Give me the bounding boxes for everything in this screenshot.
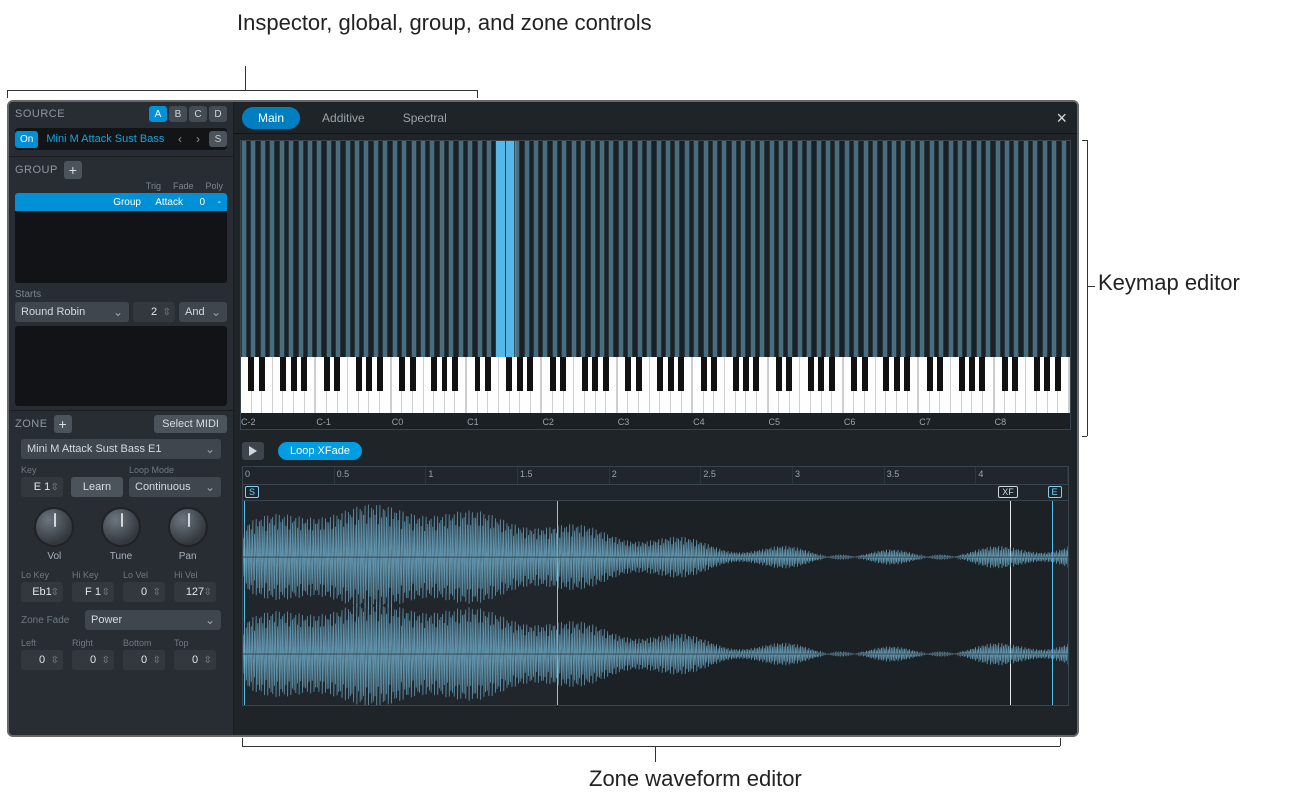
start-mode-select[interactable]: Round Robin	[15, 302, 129, 322]
instrument-name-field[interactable]: Mini M Attack Sust Bass	[42, 133, 169, 145]
volume-knob[interactable]	[34, 507, 74, 547]
xf-marker[interactable]: XF	[998, 486, 1018, 498]
zone-section: ZONE + Select MIDI Mini M Attack Sust Ba…	[9, 411, 233, 735]
pan-knob-label: Pan	[179, 551, 197, 562]
left-label: Left	[21, 638, 68, 648]
tune-knob[interactable]	[101, 507, 141, 547]
loopmode-label: Loop Mode	[129, 465, 221, 475]
lovel-label: Lo Vel	[123, 570, 170, 580]
callout-keymap: Keymap editor	[1098, 270, 1240, 295]
tab-additive[interactable]: Additive	[306, 107, 381, 129]
add-group-button[interactable]: +	[64, 161, 82, 179]
key-label: Key	[21, 465, 65, 475]
fade-top-stepper[interactable]: 0	[174, 650, 216, 670]
group-col-trig: Trig	[146, 181, 161, 191]
octave-label: C-2	[241, 417, 256, 427]
source-on-toggle[interactable]: On	[15, 131, 38, 148]
top-label: Top	[174, 638, 221, 648]
octave-label: C4	[693, 417, 705, 427]
marker-strip[interactable]: S XF E	[243, 485, 1068, 501]
time-ruler[interactable]: 00.511.522.533.54	[243, 467, 1068, 485]
zone-title: ZONE	[15, 418, 48, 430]
waveform-editor[interactable]: 00.511.522.533.54 S XF E	[242, 466, 1069, 706]
zonefade-label: Zone Fade	[21, 615, 77, 626]
zone-key-stepper[interactable]: E 1	[21, 477, 63, 497]
start-count-stepper[interactable]: 2	[133, 302, 175, 322]
piano-keyboard[interactable]: C-2C-1C0C1C2C3C4C5C6C7C8	[241, 357, 1070, 413]
source-section: SOURCE A B C D On Mini M Attack Sust Bas…	[9, 102, 233, 157]
octave-label: C0	[392, 417, 404, 427]
source-tab-c[interactable]: C	[189, 106, 207, 122]
octave-label: C8	[995, 417, 1007, 427]
play-button[interactable]	[242, 442, 264, 460]
octave-label: C1	[467, 417, 479, 427]
group-title: GROUP	[15, 164, 58, 176]
group-row[interactable]: Group Attack 0 -	[15, 193, 227, 211]
source-tab-group: A B C D	[149, 106, 227, 122]
bottom-label: Bottom	[123, 638, 170, 648]
group-col-fade: Fade	[173, 181, 194, 191]
vol-knob-label: Vol	[47, 551, 61, 562]
editor-panel: Main Additive Spectral × C-2 C-1 C0 C1 C2 C3 C…	[234, 102, 1077, 735]
hivel-stepper[interactable]: 127	[174, 582, 216, 602]
octave-label: C6	[844, 417, 856, 427]
octave-label: C-1	[316, 417, 331, 427]
close-button[interactable]: ×	[1056, 108, 1067, 129]
tune-knob-label: Tune	[110, 551, 132, 562]
group-list[interactable]: Group Attack 0 -	[15, 193, 227, 283]
loop-mode-select[interactable]: Continuous	[129, 477, 221, 497]
app-window: SOURCE A B C D On Mini M Attack Sust Bas…	[7, 100, 1079, 737]
add-zone-button[interactable]: +	[54, 415, 72, 433]
hikey-stepper[interactable]: F 1	[72, 582, 114, 602]
source-tab-a[interactable]: A	[149, 106, 167, 122]
source-tab-d[interactable]: D	[209, 106, 227, 122]
lovel-stepper[interactable]: 0	[123, 582, 165, 602]
loop-xfade-button[interactable]: Loop XFade	[278, 442, 362, 460]
fade-left-stepper[interactable]: 0	[21, 650, 63, 670]
zone-fade-select[interactable]: Power	[85, 610, 221, 630]
solo-toggle[interactable]: S	[209, 131, 227, 147]
octave-label: C2	[542, 417, 554, 427]
callout-waveform: Zone waveform editor	[589, 766, 802, 791]
learn-button[interactable]: Learn	[71, 477, 123, 497]
starts-title: Starts	[15, 289, 227, 300]
lokey-label: Lo Key	[21, 570, 68, 580]
pan-knob[interactable]	[168, 507, 208, 547]
next-instrument-button[interactable]: ›	[191, 132, 205, 146]
hivel-label: Hi Vel	[174, 570, 221, 580]
tab-spectral[interactable]: Spectral	[387, 107, 463, 129]
prev-instrument-button[interactable]: ‹	[173, 132, 187, 146]
zone-name-select[interactable]: Mini M Attack Sust Bass E1	[21, 439, 221, 459]
right-label: Right	[72, 638, 119, 648]
select-midi-button[interactable]: Select MIDI	[154, 415, 227, 433]
hikey-label: Hi Key	[72, 570, 119, 580]
octave-label: C3	[618, 417, 630, 427]
group-col-poly: Poly	[205, 181, 223, 191]
source-title: SOURCE	[15, 108, 65, 120]
octave-label: C5	[769, 417, 781, 427]
fade-bottom-stepper[interactable]: 0	[123, 650, 165, 670]
start-marker[interactable]: S	[245, 486, 259, 498]
inspector-sidebar: SOURCE A B C D On Mini M Attack Sust Bas…	[9, 102, 234, 735]
keymap-editor[interactable]: C-2 C-1 C0 C1 C2 C3 C4 C5 C6 C7 C8	[240, 140, 1071, 430]
end-marker[interactable]: E	[1048, 486, 1062, 498]
octave-label: C7	[919, 417, 931, 427]
tab-main[interactable]: Main	[242, 107, 300, 129]
source-tab-b[interactable]: B	[169, 106, 187, 122]
callout-inspector: Inspector, global, group, and zone contr…	[237, 10, 652, 35]
start-cond-select[interactable]: And	[179, 302, 227, 322]
group-section: GROUP + Trig Fade Poly Group Attack 0 - …	[9, 157, 233, 411]
start-conditions-list[interactable]	[15, 326, 227, 406]
lokey-stepper[interactable]: Eb1	[21, 582, 63, 602]
fade-right-stepper[interactable]: 0	[72, 650, 114, 670]
editor-tabs: Main Additive Spectral ×	[234, 102, 1077, 134]
